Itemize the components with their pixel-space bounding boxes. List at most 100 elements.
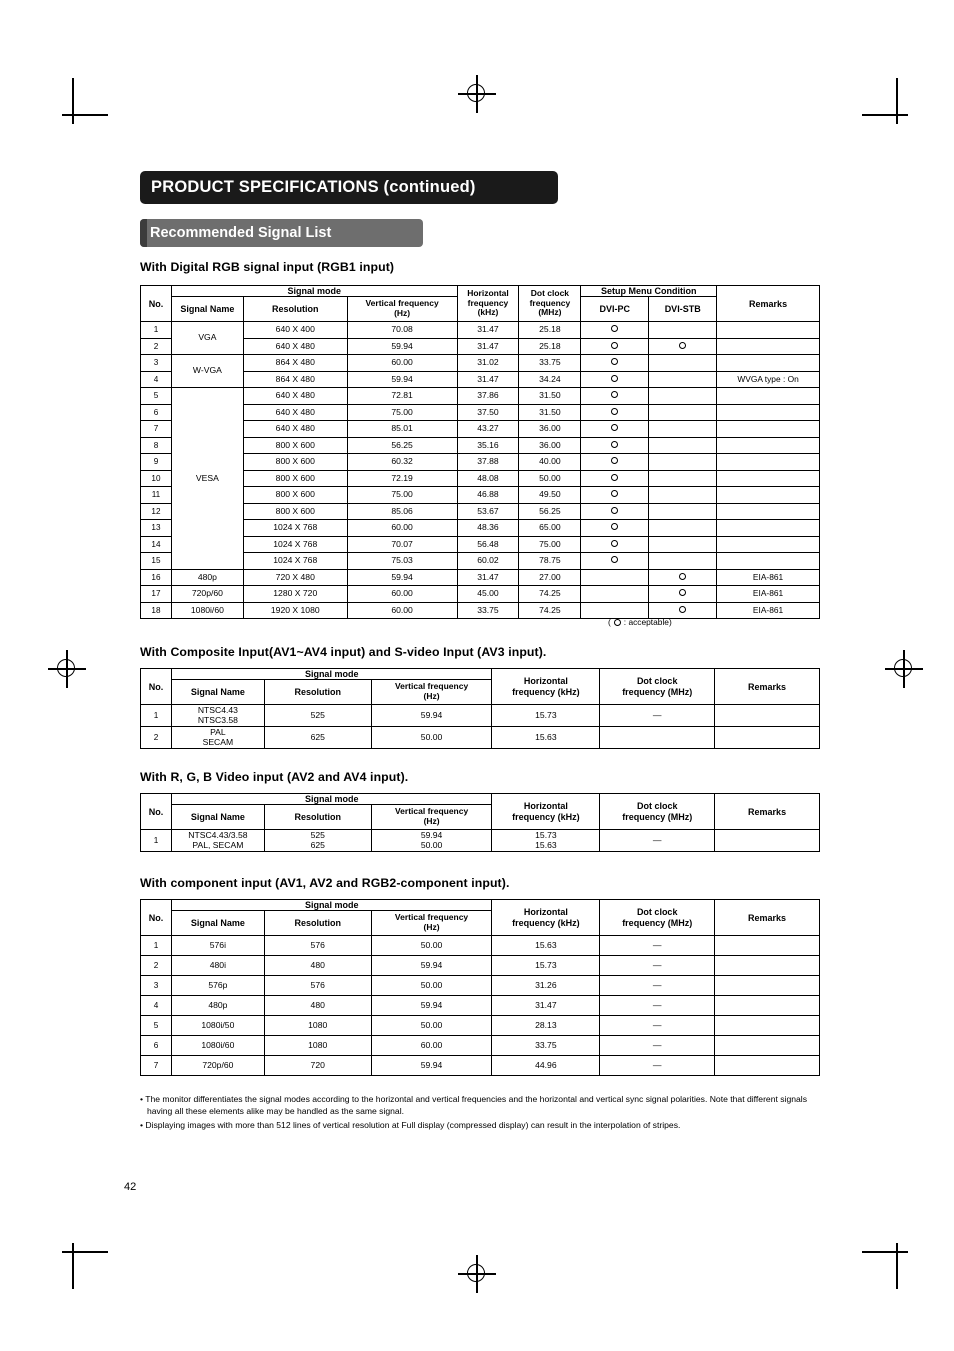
cell-dvi-stb (648, 552, 718, 570)
cell-dvi-pc (580, 387, 650, 405)
cell-dot-clock (599, 726, 716, 750)
cell-remarks (714, 935, 820, 957)
cell-remarks (716, 453, 820, 471)
circle-icon (679, 341, 687, 349)
cell-signal-name: VGA (170, 321, 244, 356)
cell-remarks (714, 726, 820, 750)
table-row: 1 576i 576 50.00 15.63— (140, 935, 820, 957)
th-vertical-frequency: Vertical frequency (Hz) (370, 910, 493, 937)
cell-vertical-frequency: 59.94 (346, 370, 458, 389)
legend-paren-open: ( (608, 617, 611, 627)
cell-resolution: 1280 X 720 (242, 585, 348, 603)
th-horizontal-frequency: Horizontal frequency (kHz) (491, 792, 601, 831)
registration-mark-bottom (458, 1255, 496, 1293)
table-row: 2 480i 480 59.94 15.73— (140, 955, 820, 977)
th-horizontal-frequency: Horizontal frequency (kHz) (456, 284, 520, 323)
cell-vertical-frequency: 72.19 (346, 469, 458, 488)
th-dot-clock: Dot clock frequency (MHz) (599, 792, 716, 831)
cell-no: 1 (140, 321, 172, 339)
cell-horizontal-frequency: 15.63 (491, 935, 601, 957)
cell-no: 10 (140, 469, 172, 488)
cell-horizontal-frequency: 15.73 (491, 704, 601, 728)
cell-resolution: 576 (263, 935, 372, 957)
cell-dot-clock: 34.24 (518, 370, 582, 389)
cell-horizontal-frequency: 31.47 (456, 370, 520, 389)
cell-resolution: 480 (263, 995, 372, 1017)
cell-signal-name: W-VGA (170, 354, 244, 389)
table-rgb-video: No. Signal mode Horizontal frequency (kHz… (140, 792, 820, 853)
table-rgb-video-body: 1 NTSC4.43/3.58 PAL, SECAM 525 625 59.94 50.00… (140, 829, 820, 853)
cell-resolution: 800 X 600 (242, 502, 348, 521)
th-dot-clock: Dot clock frequency (MHz) (518, 284, 582, 323)
cell-resolution: 1080 (263, 1015, 372, 1037)
cell-resolution: 625 (263, 726, 372, 750)
cell-resolution: 720 (263, 1055, 372, 1077)
cell-vertical-frequency: 59.94 (370, 704, 493, 728)
table-row: 2 PAL SECAM 625 50.00 15.63 (140, 726, 820, 750)
cell-vertical-frequency: 75.00 (346, 486, 458, 504)
cell-dvi-pc (580, 321, 650, 339)
th-signal-mode: Signal mode (170, 667, 493, 681)
cell-dvi-stb (648, 321, 718, 339)
cell-dvi-pc (580, 568, 650, 587)
cell-remarks (714, 995, 820, 1017)
heading-digital-rgb: With Digital RGB signal input (RGB1 inpu… (140, 260, 395, 274)
cell-dvi-stb (648, 535, 718, 554)
table-row: 3 W-VGA 864 X 480 60.00 31.02 33.75 (140, 354, 820, 389)
cell-resolution: 1024 X 768 (242, 519, 348, 537)
th-remarks: Remarks (714, 667, 820, 706)
section-title-accent (140, 219, 147, 247)
table-row: 5 VESA 640 X 480 72.81 37.86 31.50 (140, 387, 820, 570)
cell-horizontal-frequency: 48.08 (456, 469, 520, 488)
cell-dvi-pc (580, 519, 650, 537)
circle-icon (611, 440, 619, 448)
circle-icon (611, 407, 619, 415)
th-vertical-frequency: Vertical frequency (Hz) (346, 296, 458, 323)
cell-no: 1 (140, 829, 172, 853)
table-row: 4 480p 480 59.94 31.47— (140, 995, 820, 1017)
cell-vertical-frequency: 50.00 (370, 975, 493, 997)
cell-horizontal-frequency: 35.16 (456, 436, 520, 455)
cell-vertical-frequency: 60.00 (346, 519, 458, 537)
cell-signal-name: 480p (170, 995, 265, 1017)
page: PRODUCT SPECIFICATIONS (continued) Recom… (0, 0, 954, 1351)
cell-no: 14 (140, 535, 172, 554)
cell-no: 12 (140, 502, 172, 521)
cell-no: 16 (140, 568, 172, 587)
cell-horizontal-frequency: 44.96 (491, 1055, 601, 1077)
cell-resolution: 720 X 480 (242, 568, 348, 587)
cell-vertical-frequency: 60.00 (346, 585, 458, 603)
registration-mark-top (458, 75, 496, 113)
cell-signal-name: 720p/60 (170, 1055, 265, 1077)
cell-signal-name: 720p/60 (170, 585, 244, 603)
table-row: 16 480p 720 X 480 59.94 31.47 27.00 EIA-861 (140, 568, 820, 587)
cell-horizontal-frequency: 15.73 (491, 955, 601, 977)
cell-dvi-stb (648, 387, 718, 405)
crop-mark-bottom-right (862, 1243, 908, 1289)
cell-no: 6 (140, 1035, 172, 1057)
cell-horizontal-frequency: 45.00 (456, 585, 520, 603)
cell-resolution: 864 X 480 (242, 370, 348, 389)
cell-no: 3 (140, 354, 172, 372)
cell-horizontal-frequency: 46.88 (456, 486, 520, 504)
cell-resolution: 576 (263, 975, 372, 997)
table-component-body: 1 576i 576 50.00 15.63—2 480i 480 59.94 15.73—3 5… (140, 935, 820, 1077)
table-row: 5 1080i/50 1080 50.00 28.13— (140, 1015, 820, 1037)
cell-remarks (716, 321, 820, 339)
cell-vertical-frequency: 72.81 (346, 387, 458, 405)
cell-resolution: 525 625 (263, 829, 372, 853)
cell-dot-clock: — (599, 1055, 716, 1077)
cell-remarks (714, 1055, 820, 1077)
registration-mark-left (48, 650, 86, 688)
cell-dvi-pc (580, 420, 650, 438)
cell-no: 11 (140, 486, 172, 504)
circle-icon (611, 358, 619, 366)
heading-rgb-video: With R, G, B Video input (AV2 and AV4 in… (140, 770, 409, 784)
th-setup-menu-condition: Setup Menu Condition (580, 284, 718, 298)
cell-dot-clock: 56.25 (518, 502, 582, 521)
cell-remarks (716, 420, 820, 438)
table-row: 6 1080i/60 1080 60.00 33.75— (140, 1035, 820, 1057)
cell-dot-clock: 33.75 (518, 354, 582, 372)
cell-resolution: 480 (263, 955, 372, 977)
cell-dot-clock: 49.50 (518, 486, 582, 504)
